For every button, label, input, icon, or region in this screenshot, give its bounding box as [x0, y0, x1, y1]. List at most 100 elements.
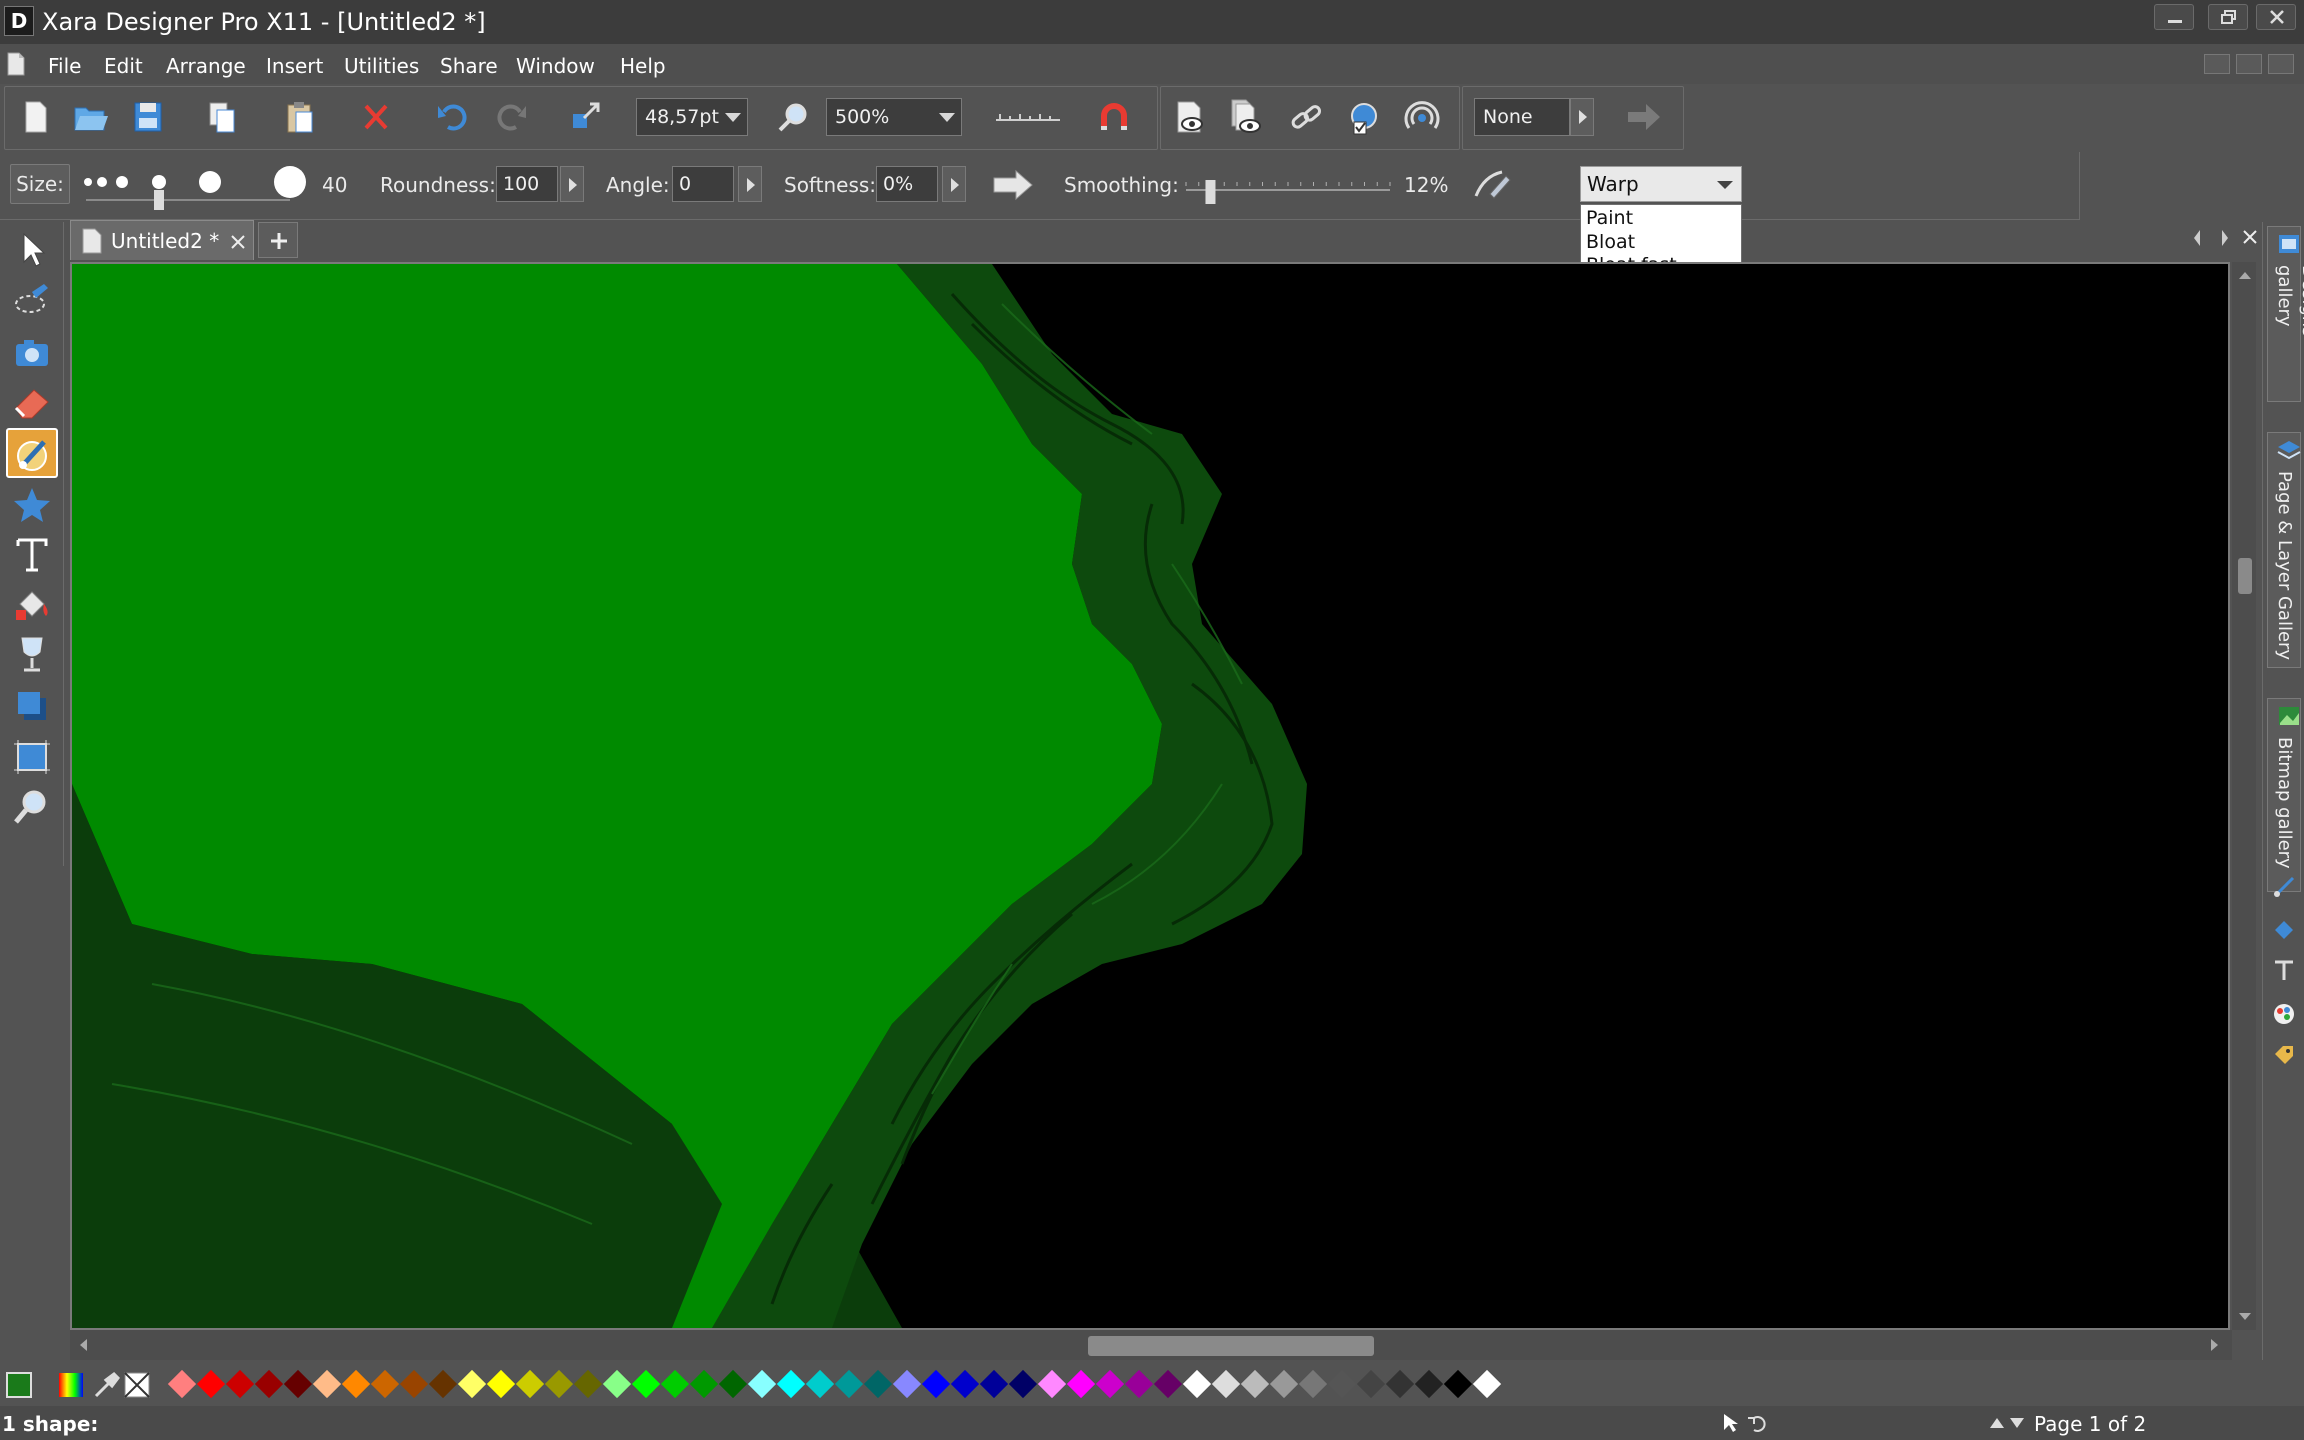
- size-button[interactable]: Size:: [10, 164, 70, 204]
- color-swatch[interactable]: [1153, 1369, 1183, 1399]
- color-swatch[interactable]: [167, 1369, 197, 1399]
- preview-all-button[interactable]: [1222, 94, 1270, 140]
- menu-share[interactable]: Share: [440, 54, 498, 78]
- color-swatch[interactable]: [689, 1369, 719, 1399]
- selector-tool[interactable]: [6, 226, 58, 276]
- menu-arrange[interactable]: Arrange: [166, 54, 246, 78]
- menu-edit[interactable]: Edit: [104, 54, 143, 78]
- scroll-left-icon[interactable]: [78, 1338, 88, 1352]
- photo-tool[interactable]: [6, 328, 58, 378]
- paste-button[interactable]: [276, 94, 324, 140]
- page-layer-gallery-tab[interactable]: Page & Layer Gallery: [2267, 432, 2301, 668]
- color-swatch[interactable]: [921, 1369, 951, 1399]
- softness-field[interactable]: 0%: [876, 166, 938, 202]
- close-tab-icon[interactable]: [229, 233, 247, 251]
- color-swatch[interactable]: [1008, 1369, 1038, 1399]
- color-swatch[interactable]: [631, 1369, 661, 1399]
- menu-help[interactable]: Help: [620, 54, 666, 78]
- smoothing-thumb[interactable]: [1205, 180, 1216, 204]
- doc-close-button[interactable]: [2268, 54, 2294, 74]
- color-swatch[interactable]: [457, 1369, 487, 1399]
- snap-button[interactable]: [1090, 94, 1138, 140]
- slider-thumb[interactable]: [154, 190, 164, 210]
- current-fill-color[interactable]: [6, 1372, 32, 1398]
- scroll-up-icon[interactable]: [2238, 270, 2252, 280]
- broadcast-button[interactable]: [1398, 94, 1446, 140]
- minimize-button[interactable]: [2154, 4, 2194, 30]
- brush-size-slider[interactable]: [80, 162, 310, 212]
- color-swatch[interactable]: [196, 1369, 226, 1399]
- save-button[interactable]: [124, 94, 172, 140]
- zoom-tool[interactable]: [6, 782, 58, 832]
- color-swatch[interactable]: [544, 1369, 574, 1399]
- shadow-tool[interactable]: [6, 682, 58, 732]
- line-width-combo[interactable]: 48,57pt: [636, 98, 748, 136]
- ruler-button[interactable]: [990, 94, 1066, 140]
- quickshape-tool[interactable]: [6, 480, 58, 530]
- export-target-combo[interactable]: None: [1474, 98, 1570, 136]
- close-document-icon[interactable]: [2243, 230, 2257, 244]
- color-swatch[interactable]: [1472, 1369, 1502, 1399]
- color-swatch[interactable]: [428, 1369, 458, 1399]
- export-target-arrow-button[interactable]: [1570, 98, 1594, 136]
- menu-window[interactable]: Window: [516, 54, 595, 78]
- color-swatch[interactable]: [892, 1369, 922, 1399]
- color-swatch[interactable]: [805, 1369, 835, 1399]
- color-swatch[interactable]: [341, 1369, 371, 1399]
- refresh-icon[interactable]: [1748, 1416, 1766, 1432]
- vertical-scrollbar[interactable]: [2232, 262, 2256, 1330]
- color-swatch[interactable]: [950, 1369, 980, 1399]
- scroll-right-icon[interactable]: [2210, 1338, 2220, 1352]
- vertical-scroll-thumb[interactable]: [2238, 558, 2252, 594]
- color-swatch[interactable]: [225, 1369, 255, 1399]
- tab-untitled2[interactable]: Untitled2 *: [70, 220, 254, 260]
- fill-tool[interactable]: [6, 580, 58, 630]
- pressure-arrow-button[interactable]: [990, 168, 1036, 202]
- color-swatch[interactable]: [747, 1369, 777, 1399]
- color-swatch[interactable]: [1443, 1369, 1473, 1399]
- effect-option[interactable]: Paint: [1581, 207, 1741, 231]
- copy-button[interactable]: [198, 94, 246, 140]
- page-down-icon[interactable]: [2010, 1418, 2024, 1428]
- color-swatch[interactable]: [1240, 1369, 1270, 1399]
- transform-button[interactable]: [562, 94, 610, 140]
- color-swatch[interactable]: [834, 1369, 864, 1399]
- no-color-icon[interactable]: [124, 1372, 152, 1398]
- color-swatch[interactable]: [1327, 1369, 1357, 1399]
- color-swatch[interactable]: [1385, 1369, 1415, 1399]
- color-swatch[interactable]: [370, 1369, 400, 1399]
- color-swatch[interactable]: [1298, 1369, 1328, 1399]
- export-go-button[interactable]: [1620, 94, 1668, 140]
- roundness-arrow-button[interactable]: [560, 166, 584, 202]
- open-button[interactable]: [66, 94, 114, 140]
- delete-button[interactable]: [352, 94, 400, 140]
- page-up-icon[interactable]: [1990, 1418, 2004, 1428]
- color-swatch[interactable]: [718, 1369, 748, 1399]
- color-swatch[interactable]: [1037, 1369, 1067, 1399]
- smoothing-slider[interactable]: [1182, 164, 1394, 208]
- softness-arrow-button[interactable]: [942, 166, 966, 202]
- zoom-to-button[interactable]: [770, 94, 818, 140]
- tab-prev-icon[interactable]: [2194, 230, 2200, 246]
- color-swatch[interactable]: [283, 1369, 313, 1399]
- page-tool[interactable]: [6, 732, 58, 782]
- redo-button[interactable]: [488, 94, 536, 140]
- name-gallery-icon[interactable]: [2271, 1042, 2297, 1070]
- color-gallery-icon[interactable]: [2271, 1000, 2297, 1028]
- zoom-combo[interactable]: 500%: [826, 98, 962, 136]
- color-swatch[interactable]: [979, 1369, 1009, 1399]
- eyedropper-icon[interactable]: [92, 1372, 120, 1398]
- eraser-tool[interactable]: [6, 378, 58, 428]
- color-swatch[interactable]: [1124, 1369, 1154, 1399]
- color-swatch[interactable]: [776, 1369, 806, 1399]
- preview-button[interactable]: [1166, 94, 1214, 140]
- color-swatch[interactable]: [863, 1369, 893, 1399]
- menu-insert[interactable]: Insert: [266, 54, 323, 78]
- color-swatch[interactable]: [254, 1369, 284, 1399]
- color-swatch[interactable]: [1095, 1369, 1125, 1399]
- designs-gallery-tab[interactable]: Designs gallery: [2267, 226, 2304, 402]
- angle-field[interactable]: 0: [672, 166, 734, 202]
- fill-gallery-icon[interactable]: [2271, 916, 2297, 944]
- color-swatch[interactable]: [602, 1369, 632, 1399]
- color-swatch[interactable]: [1211, 1369, 1241, 1399]
